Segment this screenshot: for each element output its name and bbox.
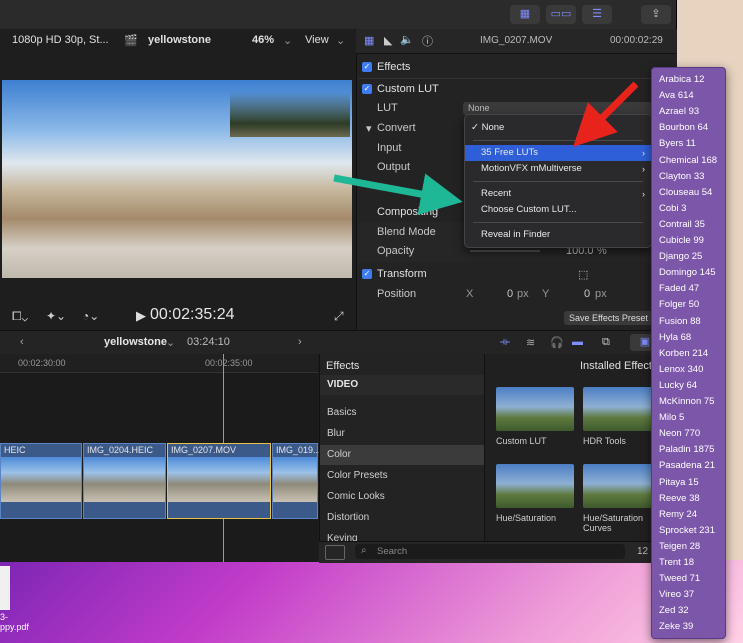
teal-arrow — [333, 173, 463, 215]
red-arrow — [573, 81, 639, 147]
annotation-arrows — [333, 81, 639, 215]
desktop-file-label-line2: ppy.pdf — [0, 622, 29, 632]
desktop-file-label-line1: 3- — [0, 612, 9, 622]
desktop-file-label[interactable]: 3- ppy.pdf — [0, 612, 29, 632]
desktop-file-icon[interactable] — [0, 566, 10, 610]
